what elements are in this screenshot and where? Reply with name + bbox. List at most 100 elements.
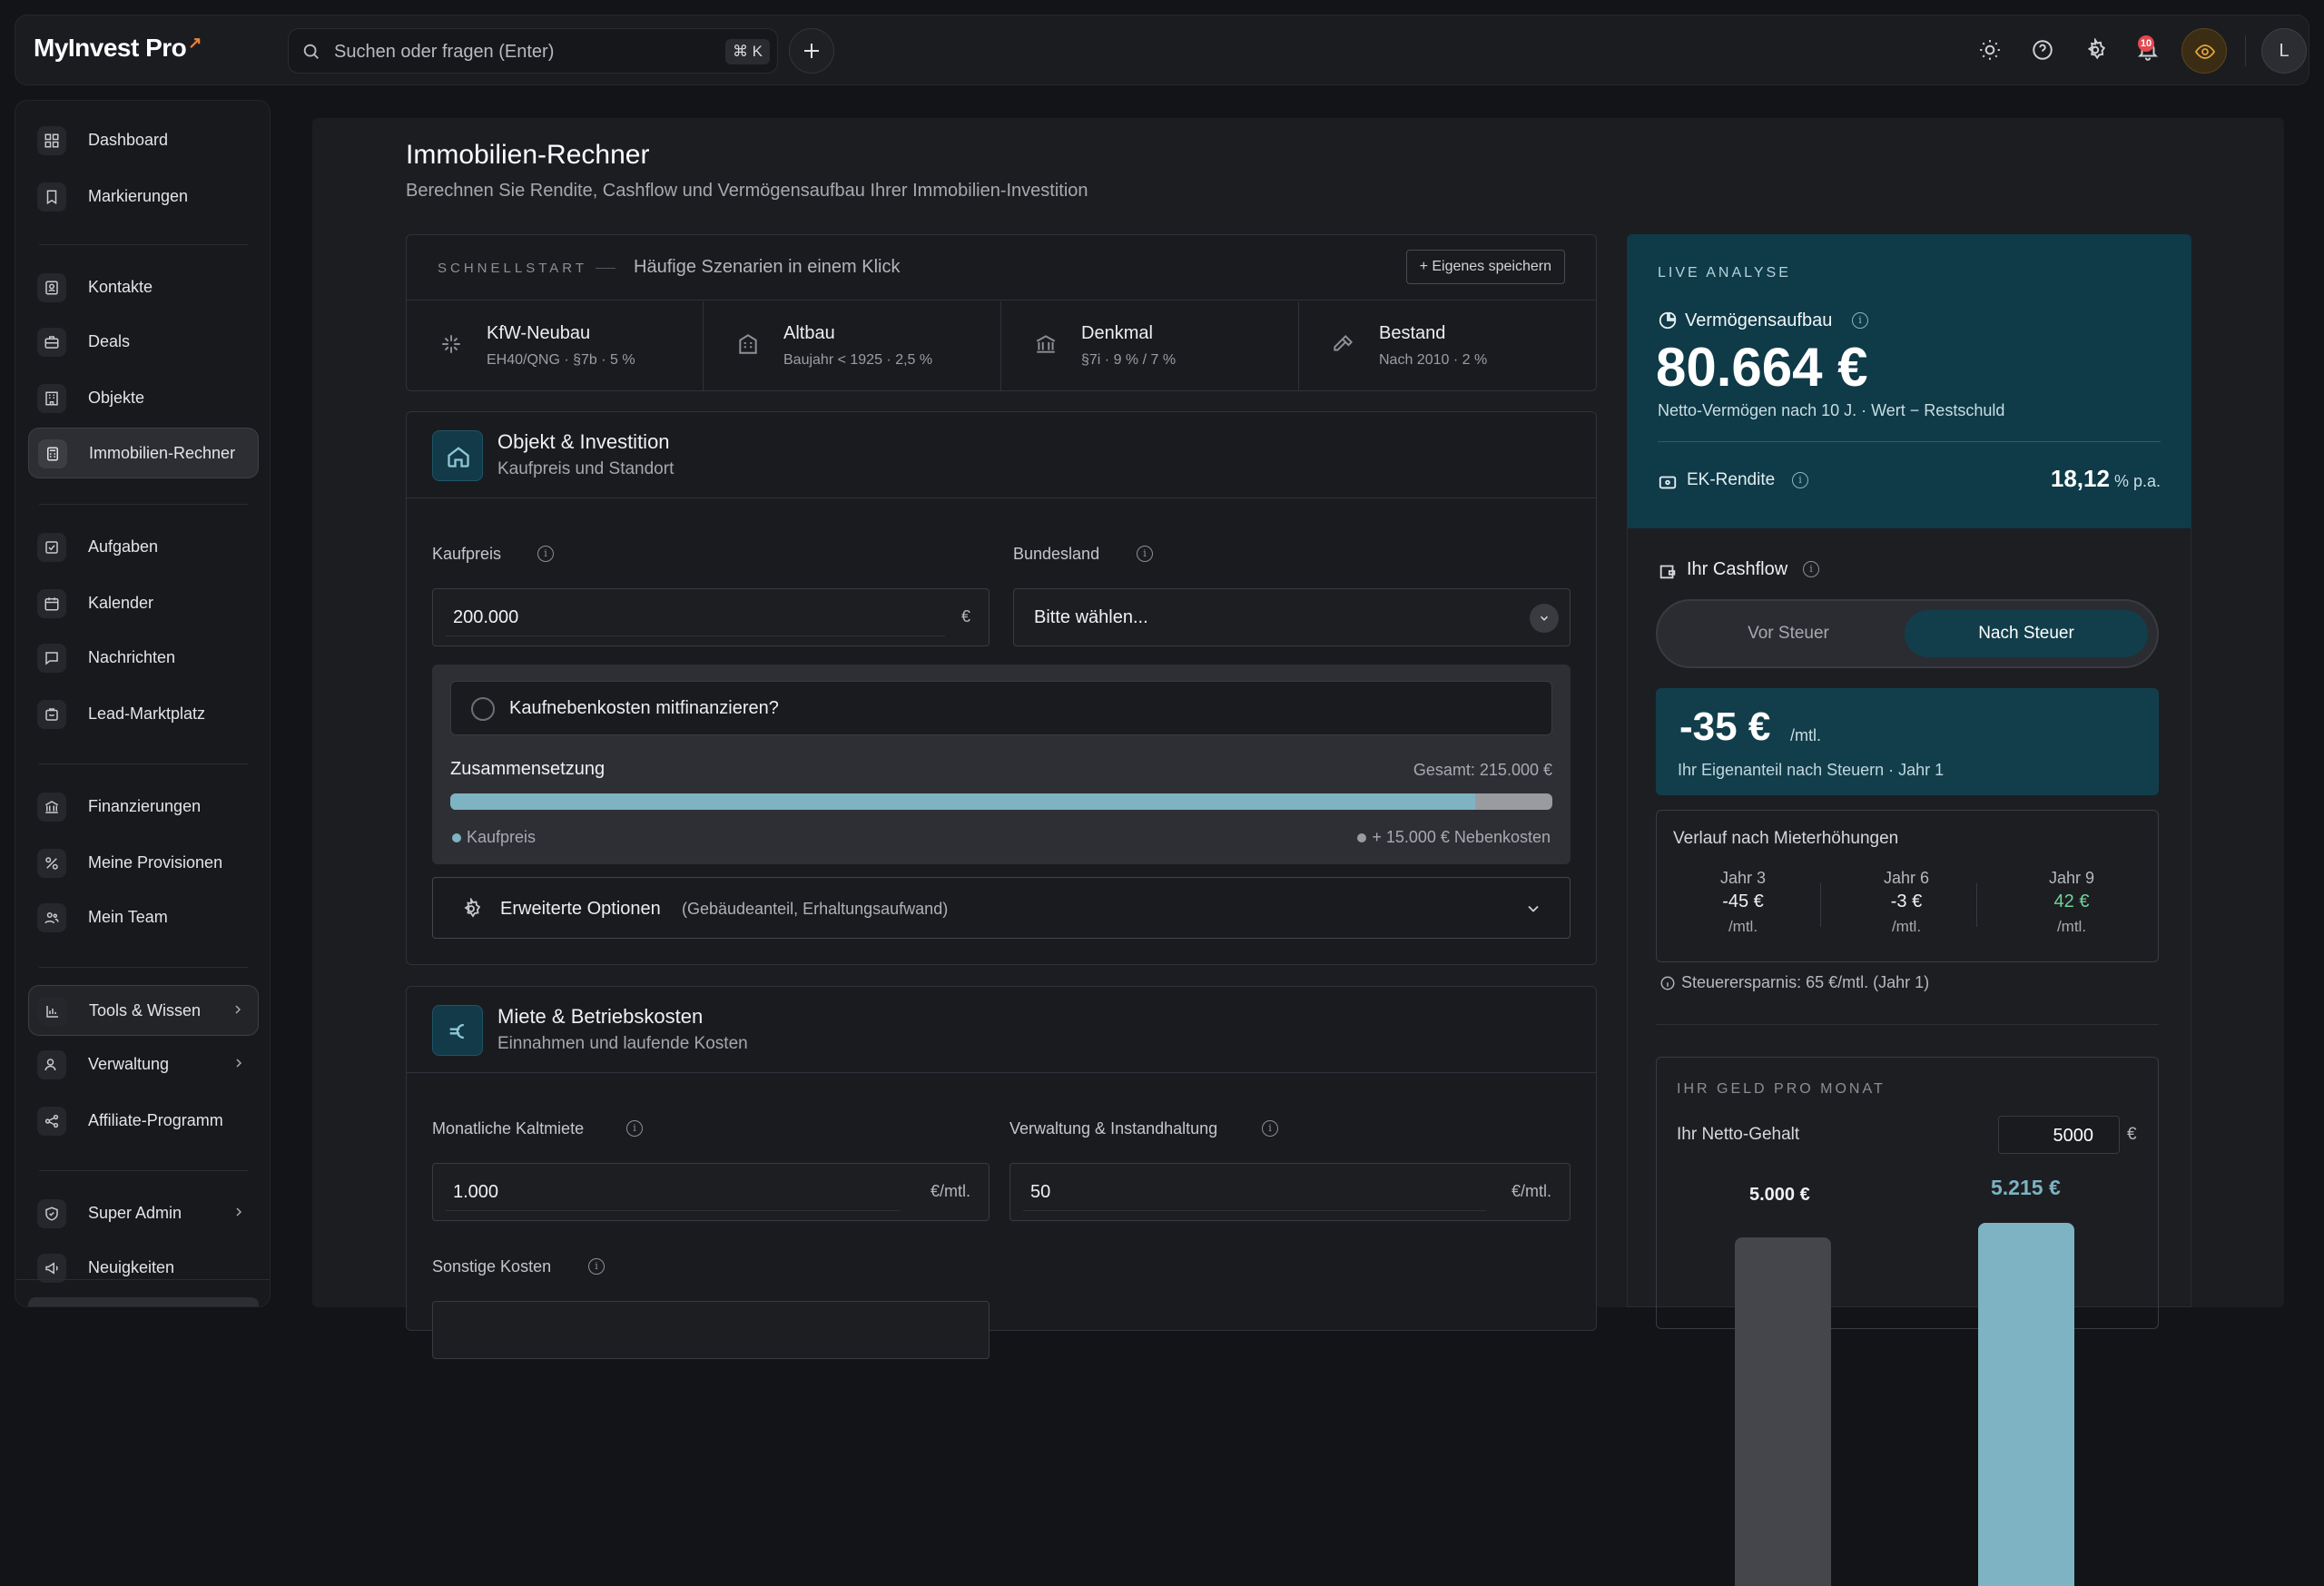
- visibility-toggle-button[interactable]: [2181, 28, 2227, 74]
- sidebar-item-super-admin[interactable]: Super Admin: [28, 1188, 259, 1239]
- sidebar-item-label: Super Admin: [88, 1204, 182, 1222]
- tab-nach-steuer[interactable]: Nach Steuer: [1905, 610, 2148, 657]
- sidebar-item-finanzierungen[interactable]: Finanzierungen: [28, 782, 259, 832]
- sidebar-item-immobilien-rechner[interactable]: Immobilien-Rechner: [28, 428, 259, 478]
- cashflow-divider: [1656, 1024, 2159, 1025]
- quickstart-item-kfw-neubau[interactable]: KfW-Neubau EH40/QNG · §7b · 5 %: [407, 301, 703, 390]
- tab-vor-steuer[interactable]: Vor Steuer: [1667, 610, 1910, 657]
- sonstige-input[interactable]: [432, 1301, 990, 1359]
- verwaltung-unit: €/mtl.: [1511, 1182, 1551, 1200]
- sidebar-item-dashboard[interactable]: Dashboard: [28, 115, 259, 166]
- save-scenario-button[interactable]: + Eigenes speichern: [1405, 250, 1565, 284]
- info-icon[interactable]: i: [1262, 1120, 1278, 1137]
- legend-dot: [452, 833, 461, 843]
- sidebar-footer-card[interactable]: [28, 1297, 259, 1306]
- finance-checkbox-row[interactable]: Kaufnebenkosten mitfinanzieren?: [450, 681, 1552, 735]
- kaltmiete-input[interactable]: 1.000 €/mtl.: [432, 1163, 990, 1221]
- sun-icon[interactable]: [1978, 38, 2005, 65]
- sidebar-item-label: Deals: [88, 332, 131, 350]
- verlauf-card: Verlauf nach Mieterhöhungen Jahr 3 -45 €…: [1656, 810, 2159, 962]
- chevron-right-icon: [231, 1002, 245, 1017]
- quickstart-header: SCHNELLSTART Häufige Szenarien in einem …: [407, 235, 1596, 300]
- sidebar-item-markierungen[interactable]: Markierungen: [28, 172, 259, 222]
- section-divider: [407, 1072, 1596, 1073]
- live-divider: [1658, 441, 2161, 442]
- info-icon[interactable]: i: [537, 546, 554, 562]
- verwaltung-label: Verwaltung & Instandhaltung: [1009, 1119, 1218, 1138]
- info-icon[interactable]: i: [626, 1120, 643, 1137]
- sidebar-divider: [39, 504, 248, 505]
- sidebar-item-aufgaben[interactable]: Aufgaben: [28, 522, 259, 573]
- sidebar-item-meine-provisionen[interactable]: Meine Provisionen: [28, 838, 259, 889]
- tax-toggle[interactable]: Vor Steuer Nach Steuer: [1656, 599, 2159, 668]
- quickstart-item-altbau[interactable]: Altbau Baujahr < 1925 · 2,5 %: [704, 301, 1000, 390]
- quickstart-item-denkmal[interactable]: Denkmal §7i · 9 % / 7 %: [1001, 301, 1297, 390]
- objekt-section: Objekt & Investition Kaufpreis und Stand…: [406, 411, 1597, 965]
- app-logo[interactable]: MyInvest Pro ↗: [34, 34, 202, 63]
- sidebar-item-objekte[interactable]: Objekte: [28, 373, 259, 424]
- info-icon[interactable]: i: [588, 1258, 605, 1275]
- pie-chart-icon: [1658, 310, 1678, 330]
- live-analysis-card: LIVE ANALYSE Vermögensaufbau i 80.664 € …: [1627, 234, 2191, 528]
- help-icon[interactable]: [2031, 38, 2058, 65]
- quickstart-description: Häufige Szenarien in einem Klick: [634, 257, 901, 277]
- home-icon: [432, 430, 483, 481]
- sidebar-item-verwaltung[interactable]: Verwaltung: [28, 1039, 259, 1090]
- info-icon[interactable]: i: [1792, 472, 1808, 488]
- hammer-icon: [1332, 332, 1355, 356]
- sidebar-item-neuigkeiten[interactable]: Neuigkeiten: [28, 1243, 259, 1294]
- kaufpreis-input[interactable]: 200.000 €: [432, 588, 990, 646]
- topbar-divider: [2245, 35, 2246, 66]
- sidebar-item-affiliate-programm[interactable]: Affiliate-Programm: [28, 1096, 259, 1147]
- sparkle-icon: [439, 332, 463, 356]
- sidebar: Dashboard Markierungen Kontakte Deals Ob…: [15, 100, 271, 1307]
- sidebar-item-label: Aufgaben: [88, 537, 159, 556]
- advanced-options-toggle[interactable]: Erweiterte Optionen (Gebäudeanteil, Erha…: [432, 877, 1571, 939]
- sidebar-item-mein-team[interactable]: Mein Team: [28, 892, 259, 943]
- info-icon[interactable]: i: [1852, 312, 1868, 329]
- quickstart-item-name: Altbau: [783, 323, 835, 343]
- netto-unit: €: [2127, 1125, 2137, 1144]
- finance-checkbox[interactable]: [471, 697, 495, 721]
- sidebar-item-lead-marktplatz[interactable]: Lead-Marktplatz: [28, 689, 259, 740]
- landmark-icon: [1034, 332, 1058, 356]
- search-input[interactable]: Suchen oder fragen (Enter) ⌘ K: [288, 28, 778, 74]
- legend-kaufpreis: Kaufpreis: [452, 828, 536, 847]
- chevron-right-icon: [231, 1056, 246, 1070]
- quickstart-item-meta: Nach 2010 · 2 %: [1379, 352, 1488, 368]
- info-icon[interactable]: i: [1137, 546, 1153, 562]
- verwaltung-input[interactable]: 50 €/mtl.: [1009, 1163, 1571, 1221]
- bundesland-select[interactable]: Bitte wählen...: [1013, 588, 1571, 646]
- tax-saving-note: Steuerersparnis: 65 €/mtl. (Jahr 1): [1681, 973, 1930, 991]
- sidebar-divider: [39, 244, 248, 245]
- page-subtitle: Berechnen Sie Rendite, Cashflow und Verm…: [406, 181, 1088, 201]
- sidebar-item-kontakte[interactable]: Kontakte: [28, 262, 259, 313]
- sidebar-item-deals[interactable]: Deals: [28, 317, 259, 368]
- year-unit: /mtl.: [1891, 918, 1922, 935]
- sidebar-item-kalender[interactable]: Kalender: [28, 578, 259, 629]
- sidebar-item-tools-wissen[interactable]: Tools & Wissen: [28, 985, 259, 1036]
- sidebar-item-label: Markierungen: [88, 187, 189, 205]
- chart-icon: [38, 997, 67, 1026]
- verlauf-year-6: Jahr 6 -3 € /mtl.: [1838, 869, 1974, 936]
- bar-label-netto: 5.000 €: [1749, 1185, 1810, 1205]
- plus-icon: [790, 40, 833, 62]
- kaltmiete-label: Monatliche Kaltmiete: [432, 1119, 585, 1138]
- quickstart-item-name: KfW-Neubau: [487, 323, 591, 343]
- sidebar-item-label: Kontakte: [88, 278, 153, 296]
- eye-icon: [2182, 41, 2226, 63]
- quickstart-item-bestand[interactable]: Bestand Nach 2010 · 2 %: [1299, 301, 1595, 390]
- avatar[interactable]: L: [2261, 28, 2307, 74]
- chevron-down-icon: [1530, 604, 1559, 633]
- sidebar-item-nachrichten[interactable]: Nachrichten: [28, 633, 259, 684]
- briefcase-icon: [37, 328, 66, 357]
- add-button[interactable]: [789, 28, 834, 74]
- gear-icon[interactable]: [2083, 38, 2111, 65]
- advanced-options-label: Erweiterte Optionen: [500, 899, 661, 919]
- year-unit: /mtl.: [1728, 918, 1758, 935]
- section-subtitle: Kaufpreis und Standort: [497, 459, 675, 478]
- info-icon[interactable]: i: [1803, 561, 1819, 577]
- sidebar-item-label: Neuigkeiten: [88, 1258, 175, 1276]
- netto-input[interactable]: 5000: [1998, 1116, 2120, 1154]
- top-bar: MyInvest Pro ↗ Suchen oder fragen (Enter)…: [15, 15, 2309, 85]
